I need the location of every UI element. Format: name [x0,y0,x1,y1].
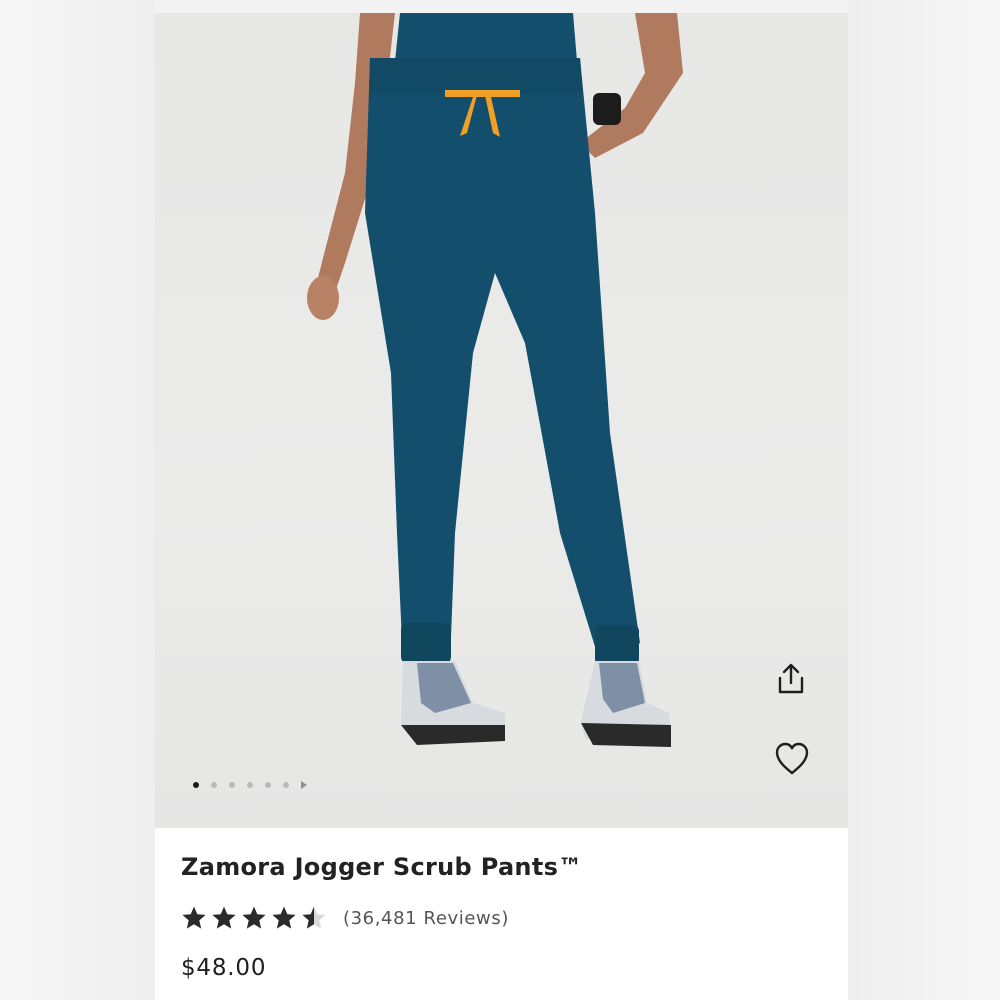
star-full-icon [272,906,296,929]
share-button[interactable] [771,659,817,705]
share-icon [778,663,804,694]
carousel-next-icon[interactable] [301,781,307,789]
product-image[interactable] [155,13,848,828]
star-half-icon [302,906,326,929]
left-backdrop [0,0,155,1000]
carousel-dot[interactable] [247,782,253,788]
right-backdrop [848,0,1000,1000]
review-count[interactable]: (36,481 Reviews) [343,908,509,929]
carousel-dot[interactable] [211,782,217,788]
carousel-dot[interactable] [229,782,235,788]
heart-icon [775,742,809,775]
product-card: Zamora Jogger Scrub Pants™ (36,481 Revie… [155,13,848,1000]
rating-row[interactable]: (36,481 Reviews) [181,905,509,931]
product-photo-illustration [307,13,683,747]
product-title: Zamora Jogger Scrub Pants™ [181,853,583,881]
carousel-dot[interactable] [283,782,289,788]
product-price: $48.00 [181,955,267,981]
star-full-icon [182,906,206,929]
star-rating [181,905,327,931]
carousel-dot[interactable] [193,782,199,788]
carousel-dot[interactable] [265,782,271,788]
star-full-icon [212,906,236,929]
favorite-button[interactable] [771,738,817,784]
star-full-icon [242,906,266,929]
carousel-dots[interactable] [193,781,307,789]
